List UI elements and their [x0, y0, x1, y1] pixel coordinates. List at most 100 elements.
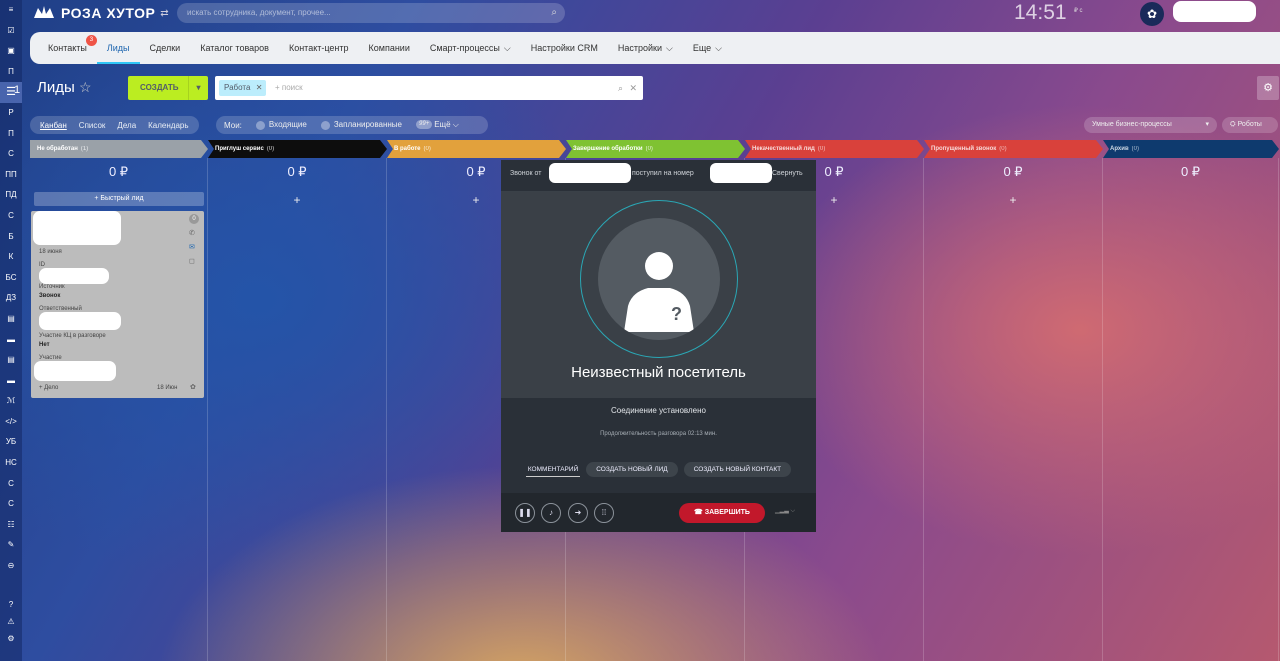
- stage-1[interactable]: Приглуш сервис (0): [208, 140, 387, 158]
- sidebar-item-21[interactable]: УБ: [0, 432, 22, 453]
- sidebar-item-0[interactable]: ≡: [0, 0, 22, 21]
- remove-tag-icon[interactable]: ✕: [256, 80, 263, 96]
- phone-icon[interactable]: ✆: [189, 229, 195, 237]
- stage-4[interactable]: Некачественный лид (0): [745, 140, 924, 158]
- sidebar-item-3[interactable]: П: [0, 62, 22, 83]
- incoming-counter[interactable]: Входящие: [255, 120, 307, 130]
- clear-icon[interactable]: ✕: [629, 76, 637, 100]
- top-bar: РОЗА ХУТОР ⇄ искать сотрудника, документ…: [22, 0, 1280, 28]
- sidebar-item-7[interactable]: С: [0, 144, 22, 165]
- sidebar-item-6[interactable]: П: [0, 124, 22, 145]
- add-lead-icon[interactable]: +: [924, 193, 1102, 207]
- tab-comment[interactable]: КОММЕНТАРИЙ: [525, 462, 581, 477]
- stage-5[interactable]: Пропущенный звонок (0): [924, 140, 1103, 158]
- user-name-redacted[interactable]: [1173, 1, 1256, 22]
- sidebar-item-16[interactable]: ▬: [0, 330, 22, 351]
- lead-title-redacted[interactable]: [33, 211, 121, 245]
- sidebar-bottom-2[interactable]: ⚙: [0, 634, 22, 643]
- menu-item-9[interactable]: Еще ⌵: [683, 32, 732, 64]
- filter-tag[interactable]: Работа ✕: [219, 80, 267, 96]
- menu-item-7[interactable]: Настройки CRM: [521, 32, 608, 64]
- email-icon[interactable]: ✉: [189, 243, 195, 251]
- sidebar-item-1[interactable]: ☑: [0, 21, 22, 42]
- add-activity-link[interactable]: + Дело: [39, 385, 58, 391]
- sidebar-item-15[interactable]: ▤: [0, 309, 22, 330]
- menu-item-label: Контакт-центр: [288, 43, 349, 53]
- sidebar-item-18[interactable]: ▬: [0, 371, 22, 392]
- create-lead-button[interactable]: СОЗДАТЬ НОВЫЙ ЛИД: [586, 462, 678, 477]
- create-contact-button[interactable]: СОЗДАТЬ НОВЫЙ КОНТАКТ: [683, 462, 792, 477]
- planned-counter[interactable]: Запланированные: [320, 120, 402, 130]
- swap-icon[interactable]: ⇄: [160, 8, 168, 19]
- create-label: СОЗДАТЬ: [140, 83, 179, 92]
- sidebar-item-22[interactable]: НС: [0, 453, 22, 474]
- menu-item-5[interactable]: Компании: [359, 32, 420, 64]
- kc-label: Участие КЦ в разговоре: [39, 333, 106, 339]
- view-tab-2[interactable]: Дела: [111, 121, 142, 130]
- stage-count: (0): [423, 146, 431, 152]
- create-button[interactable]: СОЗДАТЬ ▾: [128, 76, 208, 100]
- sidebar-item-9[interactable]: ПД: [0, 185, 22, 206]
- sidebar-item-10[interactable]: С: [0, 206, 22, 227]
- menu-item-0[interactable]: Контакты 3: [38, 32, 97, 64]
- stage-0[interactable]: Не обработан (1): [30, 140, 208, 158]
- sidebar-item-19[interactable]: ℳ: [0, 391, 22, 412]
- sidebar-item-2[interactable]: ▣: [0, 41, 22, 62]
- search-icon[interactable]: ⌕: [551, 3, 557, 23]
- menu-item-4[interactable]: Контакт-центр: [279, 32, 359, 64]
- filter-search[interactable]: Работа ✕ + поиск ⌕ ✕: [215, 76, 643, 100]
- sidebar-item-11[interactable]: Б: [0, 227, 22, 248]
- mute-icon[interactable]: ♪: [541, 503, 561, 523]
- transfer-icon[interactable]: ➜: [568, 503, 588, 523]
- sidebar-bottom-0[interactable]: ?: [0, 600, 22, 609]
- logo[interactable]: РОЗА ХУТОР ⇄: [32, 4, 169, 22]
- source-label: Источник: [39, 284, 65, 290]
- menu-item-6[interactable]: Смарт-процессы ⌵: [420, 32, 521, 64]
- hold-icon[interactable]: ❚❚: [515, 503, 535, 523]
- sidebar-item-20[interactable]: </>: [0, 412, 22, 433]
- sidebar-item-5[interactable]: Р: [0, 103, 22, 124]
- lead-card[interactable]: 18 июня ID Источник Звонок Ответственный…: [31, 211, 204, 398]
- avatar[interactable]: ✿: [1140, 2, 1164, 26]
- menu-counter: 3: [85, 35, 97, 46]
- menu-item-8[interactable]: Настройки ⌵: [608, 32, 683, 64]
- stage-2[interactable]: В работе (0): [387, 140, 566, 158]
- robots-button[interactable]: ⛭ Роботы: [1222, 117, 1278, 133]
- favorite-star-icon[interactable]: ☆: [79, 79, 92, 96]
- sidebar-item-23[interactable]: С: [0, 474, 22, 495]
- stage-6[interactable]: Архив (0): [1103, 140, 1279, 158]
- view-tab-1[interactable]: Список: [73, 121, 112, 130]
- page-title: Лиды: [37, 79, 75, 96]
- view-tab-0[interactable]: Канбан: [34, 121, 73, 130]
- sidebar-item-26[interactable]: ✎: [0, 535, 22, 556]
- chevron-down-icon: ▾: [1205, 121, 1209, 128]
- stage-3[interactable]: Завершение обработки (0): [566, 140, 745, 158]
- smart-bp-button[interactable]: Умные бизнес-процессы ▾: [1084, 117, 1217, 133]
- sidebar-item-24[interactable]: С: [0, 494, 22, 515]
- sidebar-item-14[interactable]: ДЗ: [0, 288, 22, 309]
- sidebar-bottom-1[interactable]: ⚠: [0, 617, 22, 626]
- sidebar-item-13[interactable]: БС: [0, 268, 22, 289]
- menu-item-1[interactable]: Лиды: [96, 32, 140, 64]
- responsible-redacted[interactable]: [39, 312, 121, 330]
- view-tab-3[interactable]: Календарь: [142, 121, 194, 130]
- collapse-button[interactable]: Свернуть: [772, 160, 803, 188]
- sidebar-item-8[interactable]: ПП: [0, 165, 22, 186]
- stage-count: (0): [645, 146, 653, 152]
- create-dropdown-icon[interactable]: ▾: [188, 76, 208, 100]
- search-icon[interactable]: ⌕: [618, 76, 623, 100]
- settings-gear-icon[interactable]: ⚙: [1257, 76, 1279, 100]
- sidebar-item-12[interactable]: К: [0, 247, 22, 268]
- quick-lead-button[interactable]: + Быстрый лид: [34, 192, 204, 206]
- end-call-button[interactable]: ☎ ЗАВЕРШИТЬ: [679, 503, 765, 523]
- sidebar-item-27[interactable]: ⊖: [0, 556, 22, 577]
- global-search-input[interactable]: искать сотрудника, документ, прочее... ⌕: [177, 3, 565, 23]
- more-counter[interactable]: 99+ Ещё ⌵: [416, 120, 459, 130]
- sidebar-item-17[interactable]: ▤: [0, 350, 22, 371]
- chat-icon[interactable]: ◻: [189, 257, 195, 265]
- add-lead-icon[interactable]: +: [208, 193, 386, 207]
- dialpad-icon[interactable]: ⁞⁞: [594, 503, 614, 523]
- menu-item-3[interactable]: Каталог товаров: [190, 32, 279, 64]
- menu-item-2[interactable]: Сделки: [140, 32, 191, 64]
- sidebar-item-25[interactable]: ☷: [0, 515, 22, 536]
